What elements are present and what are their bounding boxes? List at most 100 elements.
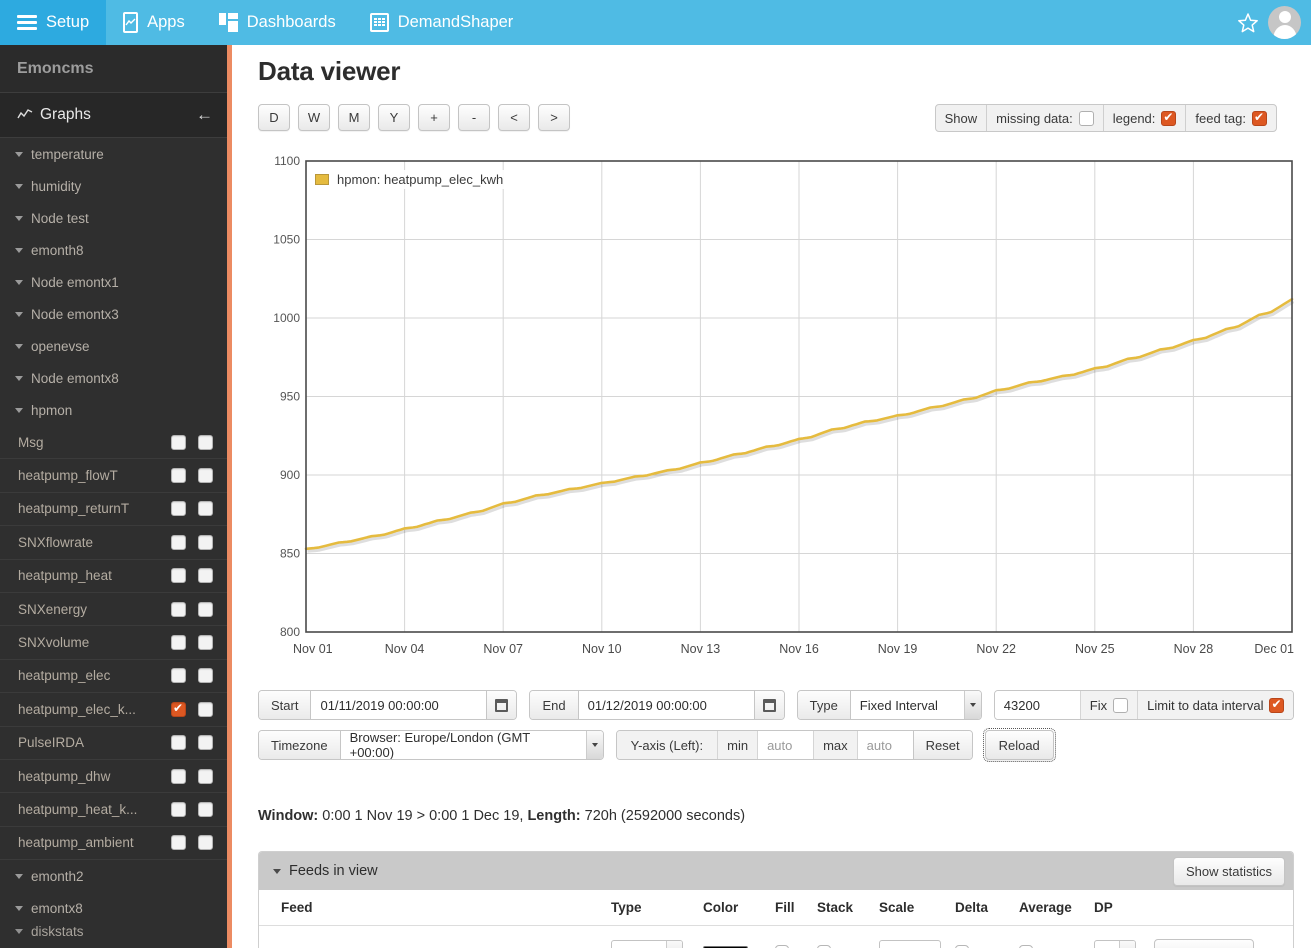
range-button-prev[interactable]: < — [498, 104, 530, 131]
sidebar-feed-right-axis-checkbox[interactable] — [198, 434, 213, 450]
sidebar-feed-select-checkbox[interactable] — [171, 568, 186, 584]
sidebar-feed-right-axis-checkbox[interactable] — [198, 768, 213, 784]
missing-data-cell[interactable]: missing data: — [987, 105, 1104, 131]
legend-cell[interactable]: legend: — [1104, 105, 1187, 131]
sidebar-feed-row[interactable]: SNXflowrate — [0, 526, 227, 560]
feeds-panel-header[interactable]: Feeds in view Show statistics — [259, 852, 1293, 890]
sidebar-feed-select-checkbox[interactable] — [171, 768, 186, 784]
min-input[interactable]: auto — [758, 731, 814, 759]
sidebar-feed-select-checkbox[interactable] — [171, 534, 186, 550]
sidebar-feed-select-checkbox[interactable] — [171, 434, 186, 450]
max-input[interactable]: auto — [857, 731, 913, 759]
sidebar-feed-row[interactable]: heatpump_returnT — [0, 493, 227, 527]
nav-item-dashboards[interactable]: Dashboards — [202, 0, 353, 45]
sidebar-group-node-emontx1[interactable]: Node emontx1 — [0, 266, 227, 298]
feed-type-select[interactable]: Lines — [611, 940, 683, 948]
range-button-next[interactable]: > — [538, 104, 570, 131]
sidebar-feed-row[interactable]: heatpump_dhw — [0, 760, 227, 794]
nav-item-apps[interactable]: Apps — [106, 0, 202, 45]
collapse-arrow-icon[interactable]: ← — [196, 105, 213, 125]
reset-button[interactable]: Reset — [912, 731, 972, 759]
sidebar-feed-right-axis-checkbox[interactable] — [198, 468, 213, 484]
sidebar-feed-select-checkbox[interactable] — [171, 835, 186, 851]
sidebar-feed-select-checkbox[interactable] — [171, 601, 186, 617]
line-chart[interactable]: 800 850 900 950 1000 1050 1100 Nov 01 Nov 04 Nov … — [258, 155, 1294, 670]
sidebar-feed-row[interactable]: heatpump_elec — [0, 660, 227, 694]
histogram-button[interactable]: Histogram — [1154, 939, 1254, 948]
sidebar-feed-right-axis-checkbox[interactable] — [198, 568, 213, 584]
sidebar-feed-select-checkbox[interactable] — [171, 735, 186, 751]
sidebar-item-graphs[interactable]: Graphs ← — [0, 93, 227, 138]
sidebar-group-emonth8[interactable]: emonth8 — [0, 234, 227, 266]
feed-tag-checkbox[interactable] — [1252, 110, 1267, 126]
sidebar-feed-select-checkbox[interactable] — [171, 635, 186, 651]
feed-tag-cell[interactable]: feed tag: — [1186, 105, 1276, 131]
user-avatar[interactable] — [1268, 6, 1301, 39]
feed-scale-input[interactable]: 1 — [879, 940, 941, 948]
range-button-y[interactable]: Y — [378, 104, 410, 131]
sidebar-feed-right-axis-checkbox[interactable] — [198, 668, 213, 684]
star-icon[interactable] — [1236, 11, 1260, 35]
sidebar-feed-row[interactable]: Msg — [0, 426, 227, 460]
feed-delta-checkbox[interactable] — [955, 944, 969, 948]
range-button-zoomin[interactable]: + — [418, 104, 450, 131]
nav-item-demandshaper[interactable]: DemandShaper — [353, 0, 531, 45]
sidebar-group-emontx8[interactable]: emontx8 — [0, 892, 227, 924]
sidebar-feed-right-axis-checkbox[interactable] — [198, 835, 213, 851]
sidebar-feed-row[interactable]: heatpump_heat — [0, 560, 227, 593]
type-select[interactable]: Fixed Interval — [850, 691, 981, 719]
show-statistics-button[interactable]: Show statistics — [1173, 857, 1285, 886]
missing-data-checkbox[interactable] — [1078, 110, 1094, 126]
timezone-select[interactable]: Browser: Europe/London (GMT +00:00) — [340, 731, 603, 759]
sidebar-feed-right-axis-checkbox[interactable] — [198, 735, 213, 751]
chart-area[interactable]: 800 850 900 950 1000 1050 1100 Nov 01 Nov 04 Nov … — [258, 155, 1294, 670]
fix-cell[interactable]: Fix — [1079, 691, 1138, 719]
limit-checkbox[interactable] — [1269, 697, 1285, 713]
sidebar-feed-right-axis-checkbox[interactable] — [198, 601, 213, 617]
sidebar-feed-select-checkbox[interactable] — [171, 801, 186, 817]
sidebar-feed-select-checkbox[interactable] — [171, 468, 186, 484]
feed-fill-checkbox[interactable] — [775, 944, 789, 948]
end-calendar-button[interactable] — [753, 691, 784, 719]
sidebar-group-partial[interactable]: diskstats — [0, 924, 227, 938]
legend-checkbox[interactable] — [1161, 110, 1177, 126]
sidebar-group-hpmon[interactable]: hpmon — [0, 394, 227, 426]
reload-button[interactable]: Reload — [982, 728, 1056, 762]
start-input[interactable]: 01/11/2019 00:00:00 — [311, 691, 487, 719]
sidebar-feed-row[interactable]: PulseIRDA — [0, 727, 227, 760]
start-calendar-button[interactable] — [486, 691, 517, 719]
sidebar-feed-row[interactable]: SNXvolume — [0, 626, 227, 660]
limit-cell[interactable]: Limit to data interval — [1137, 691, 1294, 719]
sidebar-group-temperature[interactable]: temperature — [0, 138, 227, 170]
sidebar-feed-select-checkbox[interactable] — [171, 668, 186, 684]
sidebar-feed-right-axis-checkbox[interactable] — [198, 501, 213, 517]
end-input[interactable]: 01/12/2019 00:00:00 — [578, 691, 754, 719]
sidebar-feed-right-axis-checkbox[interactable] — [198, 534, 213, 550]
sidebar-group-emonth2[interactable]: emonth2 — [0, 860, 227, 892]
fix-checkbox[interactable] — [1113, 697, 1129, 713]
range-button-w[interactable]: W — [298, 104, 330, 131]
feed-dp-select[interactable]: 1 — [1094, 940, 1136, 948]
range-button-d[interactable]: D — [258, 104, 290, 131]
sidebar-feed-row[interactable]: heatpump_elec_k... — [0, 693, 227, 727]
sidebar-feed-row[interactable]: heatpump_heat_k... — [0, 793, 227, 827]
sidebar-feed-row[interactable]: SNXenergy — [0, 593, 227, 627]
sidebar-feed-right-axis-checkbox[interactable] — [198, 635, 213, 651]
sidebar-feed-select-checkbox[interactable] — [171, 701, 186, 717]
range-button-m[interactable]: M — [338, 104, 370, 131]
sidebar-feed-row[interactable]: heatpump_ambient — [0, 827, 227, 861]
sidebar-group-node-test[interactable]: Node test — [0, 202, 227, 234]
range-button-zoomout[interactable]: - — [458, 104, 490, 131]
interval-input[interactable]: 43200 — [994, 691, 1080, 719]
sidebar-group-node-emontx3[interactable]: Node emontx3 — [0, 298, 227, 330]
sidebar-feed-select-checkbox[interactable] — [171, 501, 186, 517]
feed-average-checkbox[interactable] — [1019, 944, 1033, 948]
sidebar-feed-right-axis-checkbox[interactable] — [198, 801, 213, 817]
nav-item-setup[interactable]: Setup — [0, 0, 107, 45]
feed-stack-checkbox[interactable] — [817, 944, 831, 948]
sidebar-group-openevse[interactable]: openevse — [0, 330, 227, 362]
sidebar-group-node-emontx8[interactable]: Node emontx8 — [0, 362, 227, 394]
sidebar-group-humidity[interactable]: humidity — [0, 170, 227, 202]
sidebar-feed-row[interactable]: heatpump_flowT — [0, 459, 227, 493]
sidebar-feed-right-axis-checkbox[interactable] — [198, 701, 213, 717]
